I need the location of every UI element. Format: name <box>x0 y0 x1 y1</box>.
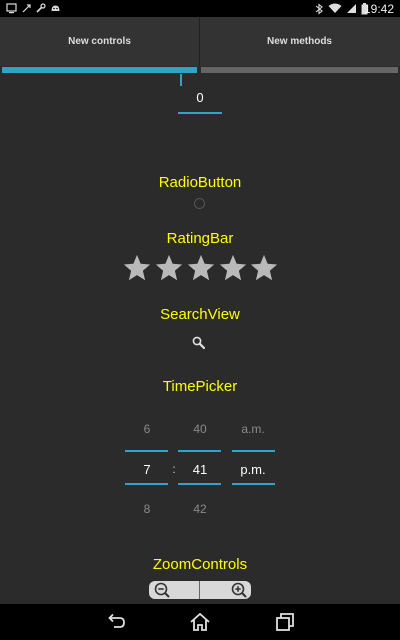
zoom-out-button[interactable] <box>149 581 199 599</box>
zoom-in-button[interactable] <box>200 581 251 599</box>
hour-field[interactable]: 7 <box>125 462 169 477</box>
back-button[interactable] <box>104 610 128 634</box>
ampm-field[interactable]: p.m. <box>231 462 275 477</box>
nav-bar <box>0 604 400 640</box>
ampm-lower-line <box>232 483 275 485</box>
tab-label: New controls <box>68 36 131 47</box>
recents-icon <box>276 613 294 631</box>
usb-icon <box>20 2 32 15</box>
ampm-prev[interactable]: a.m. <box>231 422 275 436</box>
back-icon <box>108 613 125 628</box>
tab-indicator-selected <box>2 67 197 73</box>
tab-new-methods[interactable]: New methods <box>200 17 399 66</box>
bluetooth-icon <box>314 2 324 15</box>
tab-new-controls[interactable]: New controls <box>0 17 199 66</box>
wifi-icon <box>328 2 342 15</box>
section-title-searchview: SearchView <box>160 306 240 323</box>
tab-bar: New controls New methods <box>0 17 400 66</box>
hour-lower-line <box>125 483 168 485</box>
ampm-upper-line <box>232 450 275 452</box>
star-icon <box>155 254 183 281</box>
clock: 19:42 <box>363 2 394 16</box>
minute-next[interactable]: 42 <box>178 502 222 516</box>
section-title-zoomcontrols: ZoomControls <box>152 556 248 573</box>
hour-next[interactable]: 8 <box>125 502 169 516</box>
number-field-upper-divider <box>180 74 182 86</box>
screen-mirror-icon <box>5 2 17 15</box>
minute-field[interactable]: 41 <box>178 462 222 477</box>
tab-indicator <box>201 67 398 73</box>
tab-label: New methods <box>266 36 332 47</box>
section-title-radiobutton: RadioButton <box>158 174 242 191</box>
signal-icon <box>345 2 357 15</box>
number-field-underline <box>178 112 222 114</box>
star-icon <box>250 254 278 281</box>
search-icon <box>192 336 206 350</box>
zoom-in-icon <box>231 582 247 598</box>
zoom-out-icon <box>154 582 170 598</box>
wrench-icon <box>34 2 46 15</box>
hour-prev[interactable]: 6 <box>125 422 169 436</box>
minute-prev[interactable]: 40 <box>178 422 222 436</box>
rating-bar[interactable] <box>122 253 278 283</box>
minute-upper-line <box>178 450 221 452</box>
section-title-ratingbar: RatingBar <box>166 230 234 247</box>
recents-button[interactable] <box>273 610 297 634</box>
time-separator: : <box>172 462 176 476</box>
search-view[interactable] <box>191 335 207 351</box>
radio-button[interactable] <box>194 198 205 209</box>
android-icon <box>49 2 61 15</box>
home-icon <box>190 612 210 631</box>
status-bar: 19:42 <box>0 0 400 17</box>
star-icon <box>187 254 215 281</box>
home-button[interactable] <box>188 610 212 634</box>
minute-lower-line <box>178 483 221 485</box>
tab-indicators <box>0 66 400 74</box>
star-icon <box>219 254 247 281</box>
star-icon <box>123 254 151 281</box>
hour-upper-line <box>125 450 168 452</box>
section-title-timepicker: TimePicker <box>162 378 238 395</box>
number-field[interactable]: 0 <box>178 90 222 105</box>
